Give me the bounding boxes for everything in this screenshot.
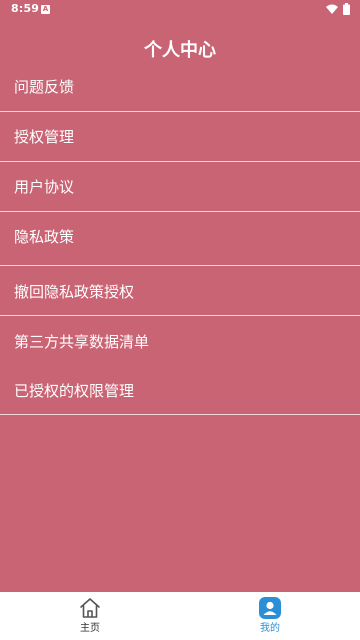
wifi-icon (326, 4, 338, 14)
divider (0, 414, 360, 415)
menu-item-granted-permissions[interactable]: 已授权的权限管理 (0, 365, 360, 414)
page-title: 个人中心 (144, 40, 216, 61)
nav-home[interactable]: 主页 (60, 592, 120, 640)
menu-item-label: 授权管理 (14, 128, 75, 146)
menu-item-privacy-policy[interactable]: 隐私政策 (0, 212, 360, 265)
menu-item-label: 第三方共享数据清单 (14, 333, 150, 351)
menu-item-user-agreement[interactable]: 用户协议 (0, 162, 360, 211)
menu-item-feedback[interactable]: 问题反馈 (0, 62, 360, 112)
menu-item-label: 问题反馈 (14, 78, 75, 96)
menu-item-label: 用户协议 (14, 178, 75, 196)
menu-item-authorization-management[interactable]: 授权管理 (0, 112, 360, 161)
nav-mine[interactable]: 我的 (240, 592, 300, 640)
nav-mine-label: 我的 (260, 623, 280, 634)
menu-item-label: 已授权的权限管理 (14, 382, 135, 400)
nav-home-label: 主页 (80, 623, 100, 634)
menu-item-third-party-data-list[interactable]: 第三方共享数据清单 (0, 316, 360, 365)
menu-item-label: 隐私政策 (14, 228, 75, 246)
battery-icon (343, 3, 350, 15)
user-icon (259, 597, 281, 619)
home-icon (80, 598, 100, 618)
status-bar: 8:59 A (0, 0, 360, 20)
android-notification-icon: A (41, 5, 50, 14)
bottom-nav: 主页 我的 (0, 592, 360, 640)
menu-item-revoke-privacy-authorization[interactable]: 撤回隐私政策授权 (0, 266, 360, 315)
menu-item-label: 撤回隐私政策授权 (14, 283, 135, 301)
status-time: 8:59 (11, 2, 40, 15)
